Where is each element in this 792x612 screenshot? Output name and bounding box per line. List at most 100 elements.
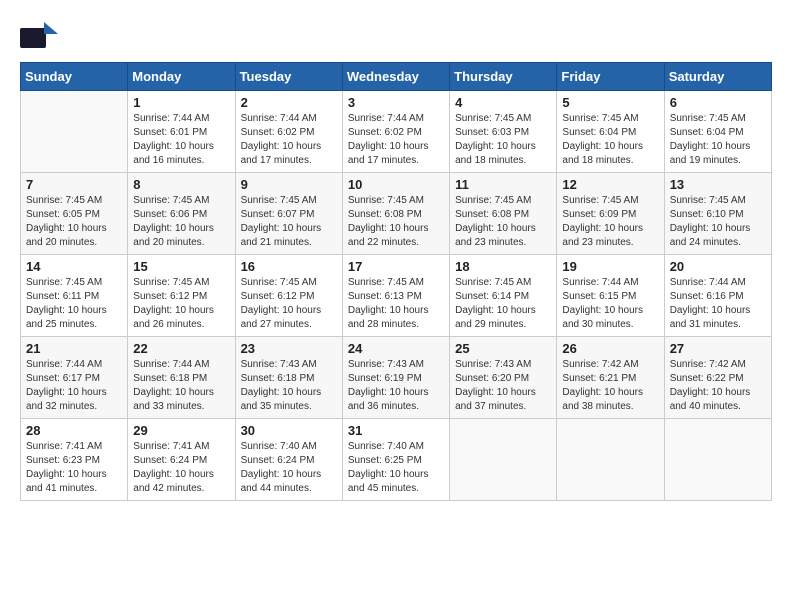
day-header-saturday: Saturday xyxy=(664,63,771,91)
day-info: Sunrise: 7:42 AMSunset: 6:21 PMDaylight:… xyxy=(562,358,658,414)
calendar-cell: 27Sunrise: 7:42 AMSunset: 6:22 PMDayligh… xyxy=(664,337,771,419)
day-info: Sunrise: 7:45 AMSunset: 6:14 PMDaylight:… xyxy=(455,276,551,332)
day-info: Sunrise: 7:45 AMSunset: 6:12 PMDaylight:… xyxy=(133,276,229,332)
day-info: Sunrise: 7:45 AMSunset: 6:05 PMDaylight:… xyxy=(26,194,122,250)
day-number: 4 xyxy=(455,95,551,110)
calendar-cell: 6 Sunrise: 7:45 AMSunset: 6:04 PMDaylight… xyxy=(664,91,771,173)
calendar-cell: 31Sunrise: 7:40 AMSunset: 6:25 PMDayligh… xyxy=(342,419,449,501)
day-number: 8 xyxy=(133,177,229,192)
day-info: Sunrise: 7:43 AMSunset: 6:19 PMDaylight:… xyxy=(348,358,444,414)
day-info: Sunrise: 7:45 AMSunset: 6:09 PMDaylight:… xyxy=(562,194,658,250)
day-number: 11 xyxy=(455,177,551,192)
day-info: Sunrise: 7:43 AMSunset: 6:20 PMDaylight:… xyxy=(455,358,551,414)
day-number: 18 xyxy=(455,259,551,274)
day-number: 21 xyxy=(26,341,122,356)
calendar-cell: 30Sunrise: 7:40 AMSunset: 6:24 PMDayligh… xyxy=(235,419,342,501)
calendar-cell: 19 Sunrise: 7:44 AMSunset: 6:15 PMDayligh… xyxy=(557,255,664,337)
day-info: Sunrise: 7:45 AMSunset: 6:08 PMDaylight:… xyxy=(348,194,444,250)
calendar-cell: 26 Sunrise: 7:42 AMSunset: 6:21 PMDayligh… xyxy=(557,337,664,419)
calendar-cell xyxy=(557,419,664,501)
day-number: 26 xyxy=(562,341,658,356)
day-number: 17 xyxy=(348,259,444,274)
day-number: 15 xyxy=(133,259,229,274)
day-number: 13 xyxy=(670,177,766,192)
day-number: 24 xyxy=(348,341,444,356)
day-info: Sunrise: 7:42 AMSunset: 6:22 PMDaylight:… xyxy=(670,358,766,414)
page-header xyxy=(20,20,772,52)
week-row-1: 1 Sunrise: 7:44 AMSunset: 6:01 PMDaylight… xyxy=(21,91,772,173)
day-number: 1 xyxy=(133,95,229,110)
day-info: Sunrise: 7:44 AMSunset: 6:18 PMDaylight:… xyxy=(133,358,229,414)
calendar-cell: 28Sunrise: 7:41 AMSunset: 6:23 PMDayligh… xyxy=(21,419,128,501)
day-info: Sunrise: 7:45 AMSunset: 6:04 PMDaylight:… xyxy=(562,112,658,168)
day-info: Sunrise: 7:43 AMSunset: 6:18 PMDaylight:… xyxy=(241,358,337,414)
calendar-cell: 25 Sunrise: 7:43 AMSunset: 6:20 PMDayligh… xyxy=(450,337,557,419)
calendar-cell xyxy=(664,419,771,501)
calendar-cell: 7 Sunrise: 7:45 AMSunset: 6:05 PMDaylight… xyxy=(21,173,128,255)
day-number: 29 xyxy=(133,423,229,438)
week-row-4: 21 Sunrise: 7:44 AMSunset: 6:17 PMDayligh… xyxy=(21,337,772,419)
day-info: Sunrise: 7:45 AMSunset: 6:13 PMDaylight:… xyxy=(348,276,444,332)
day-info: Sunrise: 7:44 AMSunset: 6:15 PMDaylight:… xyxy=(562,276,658,332)
calendar-cell: 9 Sunrise: 7:45 AMSunset: 6:07 PMDaylight… xyxy=(235,173,342,255)
calendar-cell: 8 Sunrise: 7:45 AMSunset: 6:06 PMDaylight… xyxy=(128,173,235,255)
header-row: SundayMondayTuesdayWednesdayThursdayFrid… xyxy=(21,63,772,91)
calendar-cell: 22Sunrise: 7:44 AMSunset: 6:18 PMDayligh… xyxy=(128,337,235,419)
calendar-cell: 3 Sunrise: 7:44 AMSunset: 6:02 PMDaylight… xyxy=(342,91,449,173)
day-info: Sunrise: 7:44 AMSunset: 6:02 PMDaylight:… xyxy=(241,112,337,168)
day-header-friday: Friday xyxy=(557,63,664,91)
logo xyxy=(20,20,62,52)
day-header-sunday: Sunday xyxy=(21,63,128,91)
calendar-cell: 13 Sunrise: 7:45 AMSunset: 6:10 PMDayligh… xyxy=(664,173,771,255)
calendar-cell: 16 Sunrise: 7:45 AMSunset: 6:12 PMDayligh… xyxy=(235,255,342,337)
day-header-tuesday: Tuesday xyxy=(235,63,342,91)
day-number: 14 xyxy=(26,259,122,274)
day-info: Sunrise: 7:45 AMSunset: 6:11 PMDaylight:… xyxy=(26,276,122,332)
calendar-cell: 21 Sunrise: 7:44 AMSunset: 6:17 PMDayligh… xyxy=(21,337,128,419)
day-info: Sunrise: 7:41 AMSunset: 6:24 PMDaylight:… xyxy=(133,440,229,496)
day-number: 7 xyxy=(26,177,122,192)
calendar-cell: 18 Sunrise: 7:45 AMSunset: 6:14 PMDayligh… xyxy=(450,255,557,337)
day-info: Sunrise: 7:45 AMSunset: 6:08 PMDaylight:… xyxy=(455,194,551,250)
day-number: 2 xyxy=(241,95,337,110)
day-number: 6 xyxy=(670,95,766,110)
calendar-cell: 1 Sunrise: 7:44 AMSunset: 6:01 PMDaylight… xyxy=(128,91,235,173)
day-info: Sunrise: 7:44 AMSunset: 6:17 PMDaylight:… xyxy=(26,358,122,414)
day-info: Sunrise: 7:45 AMSunset: 6:07 PMDaylight:… xyxy=(241,194,337,250)
day-info: Sunrise: 7:41 AMSunset: 6:23 PMDaylight:… xyxy=(26,440,122,496)
calendar-cell: 23 Sunrise: 7:43 AMSunset: 6:18 PMDayligh… xyxy=(235,337,342,419)
day-number: 31 xyxy=(348,423,444,438)
day-number: 10 xyxy=(348,177,444,192)
day-number: 16 xyxy=(241,259,337,274)
calendar-cell: 12Sunrise: 7:45 AMSunset: 6:09 PMDayligh… xyxy=(557,173,664,255)
week-row-3: 14 Sunrise: 7:45 AMSunset: 6:11 PMDayligh… xyxy=(21,255,772,337)
day-info: Sunrise: 7:44 AMSunset: 6:16 PMDaylight:… xyxy=(670,276,766,332)
day-info: Sunrise: 7:45 AMSunset: 6:06 PMDaylight:… xyxy=(133,194,229,250)
day-info: Sunrise: 7:45 AMSunset: 6:12 PMDaylight:… xyxy=(241,276,337,332)
day-header-monday: Monday xyxy=(128,63,235,91)
day-info: Sunrise: 7:45 AMSunset: 6:04 PMDaylight:… xyxy=(670,112,766,168)
calendar-cell: 11 Sunrise: 7:45 AMSunset: 6:08 PMDayligh… xyxy=(450,173,557,255)
day-info: Sunrise: 7:40 AMSunset: 6:24 PMDaylight:… xyxy=(241,440,337,496)
day-info: Sunrise: 7:45 AMSunset: 6:03 PMDaylight:… xyxy=(455,112,551,168)
day-number: 19 xyxy=(562,259,658,274)
calendar-cell: 10 Sunrise: 7:45 AMSunset: 6:08 PMDayligh… xyxy=(342,173,449,255)
day-number: 25 xyxy=(455,341,551,356)
day-info: Sunrise: 7:45 AMSunset: 6:10 PMDaylight:… xyxy=(670,194,766,250)
calendar-cell: 15 Sunrise: 7:45 AMSunset: 6:12 PMDayligh… xyxy=(128,255,235,337)
calendar-cell: 29 Sunrise: 7:41 AMSunset: 6:24 PMDayligh… xyxy=(128,419,235,501)
week-row-2: 7 Sunrise: 7:45 AMSunset: 6:05 PMDaylight… xyxy=(21,173,772,255)
logo-icon xyxy=(20,20,58,52)
calendar-cell: 5Sunrise: 7:45 AMSunset: 6:04 PMDaylight… xyxy=(557,91,664,173)
calendar-cell: 17 Sunrise: 7:45 AMSunset: 6:13 PMDayligh… xyxy=(342,255,449,337)
day-info: Sunrise: 7:44 AMSunset: 6:02 PMDaylight:… xyxy=(348,112,444,168)
calendar-cell: 20 Sunrise: 7:44 AMSunset: 6:16 PMDayligh… xyxy=(664,255,771,337)
day-info: Sunrise: 7:44 AMSunset: 6:01 PMDaylight:… xyxy=(133,112,229,168)
day-number: 3 xyxy=(348,95,444,110)
calendar-cell: 2 Sunrise: 7:44 AMSunset: 6:02 PMDaylight… xyxy=(235,91,342,173)
day-number: 9 xyxy=(241,177,337,192)
day-number: 20 xyxy=(670,259,766,274)
calendar-cell: 24 Sunrise: 7:43 AMSunset: 6:19 PMDayligh… xyxy=(342,337,449,419)
day-header-thursday: Thursday xyxy=(450,63,557,91)
day-number: 23 xyxy=(241,341,337,356)
